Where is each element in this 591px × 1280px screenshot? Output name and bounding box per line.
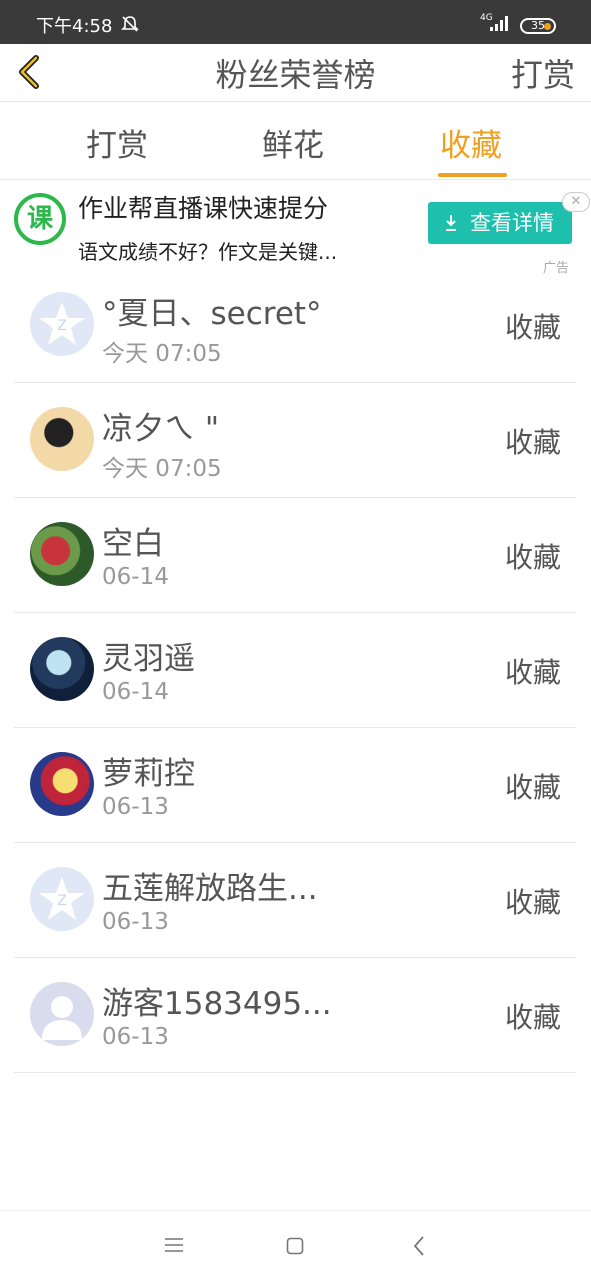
nav-back-icon[interactable] (412, 1235, 426, 1257)
guest-avatar-icon (30, 982, 94, 1046)
list-item[interactable]: 凉夕ㄟ " 今天 07:05 收藏 (14, 383, 576, 498)
qq-default-icon: Z (30, 867, 94, 931)
header: 粉丝荣誉榜 打赏 (0, 44, 591, 102)
tab-bar: 打赏 鲜花 收藏 (0, 102, 591, 180)
fan-name: 萝莉控 (102, 756, 195, 792)
fan-action: 收藏 (504, 771, 561, 804)
fan-time: 今天 07:05 (102, 341, 222, 367)
menu-icon[interactable] (164, 1237, 184, 1253)
svg-text:Z: Z (57, 893, 67, 909)
fan-name: 五莲解放路生... (102, 871, 318, 907)
ad-banner[interactable]: 课 作业帮直播课快速提分 语文成绩不好？作文是关键... 查看详情 ✕ 广告 (0, 181, 591, 277)
fan-time: 今天 07:05 (102, 456, 222, 482)
ad-logo-icon: 课 (14, 193, 66, 245)
user-avatar (30, 522, 94, 586)
list-item[interactable]: 空白 06-14 收藏 (14, 498, 576, 613)
list-item[interactable]: 灵羽遥 06-14 收藏 (14, 613, 576, 728)
fan-action: 收藏 (504, 541, 561, 574)
ad-details-button[interactable]: 查看详情 (428, 202, 572, 244)
fan-time: 06-14 (102, 679, 169, 705)
list-item[interactable]: 游客1583495... 06-13 收藏 (14, 958, 576, 1073)
tab-reward[interactable]: 打赏 (86, 120, 148, 165)
ad-description: 语文成绩不好？作文是关键... (78, 240, 338, 264)
tab-favorites[interactable]: 收藏 (440, 120, 502, 165)
fan-time: 06-13 (102, 1024, 169, 1050)
battery-level: 35 (531, 19, 545, 32)
fan-action: 收藏 (504, 426, 561, 459)
fan-time: 06-13 (102, 794, 169, 820)
fan-action: 收藏 (504, 1001, 561, 1034)
fan-name: 空白 (102, 526, 164, 562)
page-title: 粉丝荣誉榜 (215, 56, 376, 94)
list-item[interactable]: Z 五莲解放路生... 06-13 收藏 (14, 843, 576, 958)
list-item[interactable]: Z °夏日、secret° 今天 07:05 收藏 (14, 268, 576, 383)
fan-list: Z °夏日、secret° 今天 07:05 收藏 凉夕ㄟ " 今天 07:05… (0, 268, 591, 1073)
fan-time: 06-14 (102, 564, 169, 590)
fan-time: 06-13 (102, 909, 169, 935)
active-tab-indicator (438, 173, 507, 177)
signal-icon (490, 16, 508, 31)
fan-name: 凉夕ㄟ " (102, 411, 220, 447)
ad-button-label: 查看详情 (470, 211, 554, 235)
ad-close-button[interactable]: ✕ (562, 192, 590, 212)
user-avatar (30, 637, 94, 701)
ad-title: 作业帮直播课快速提分 (78, 194, 329, 223)
fan-name: 灵羽遥 (102, 641, 195, 677)
fan-name: °夏日、secret° (102, 296, 322, 332)
tab-flowers[interactable]: 鲜花 (262, 120, 324, 165)
fan-action: 收藏 (504, 886, 561, 919)
system-nav-bar (0, 1210, 591, 1280)
status-bar: 下午4:58 4G 35 (0, 0, 591, 44)
home-icon[interactable] (286, 1237, 304, 1255)
fan-action: 收藏 (504, 656, 561, 689)
header-reward-button[interactable]: 打赏 (511, 50, 575, 96)
status-time: 下午4:58 (36, 16, 113, 37)
qq-default-icon: Z (30, 292, 94, 356)
fan-action: 收藏 (504, 311, 561, 344)
download-icon (446, 215, 456, 231)
fan-name: 游客1583495... (102, 986, 332, 1022)
battery-icon: 35 (520, 18, 556, 34)
user-avatar (30, 407, 94, 471)
svg-text:Z: Z (57, 318, 67, 334)
list-item[interactable]: 萝莉控 06-13 收藏 (14, 728, 576, 843)
user-avatar (30, 752, 94, 816)
bell-muted-icon (121, 16, 139, 32)
